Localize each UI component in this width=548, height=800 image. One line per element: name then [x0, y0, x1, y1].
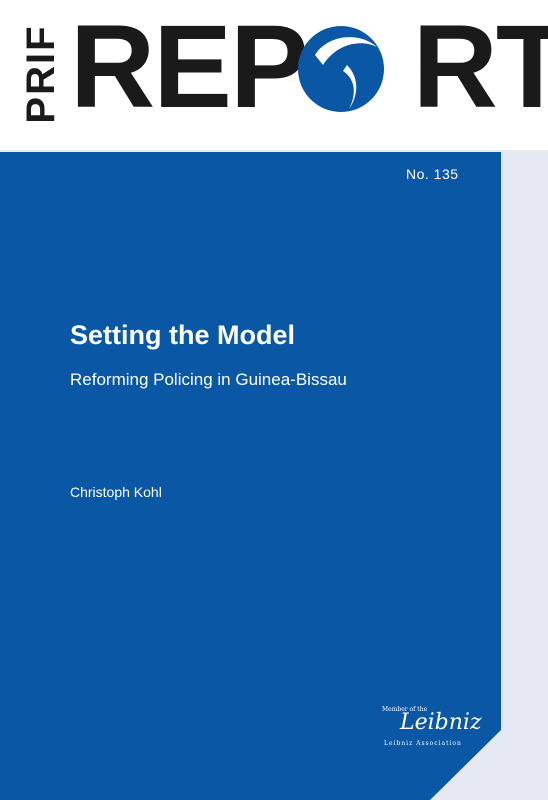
prif-label: PRIF	[19, 24, 63, 124]
report-letter-r2: R	[412, 1, 498, 133]
cover-panel	[0, 152, 501, 800]
report-title: Setting the Model	[70, 320, 295, 350]
issue-number: No. 135	[406, 166, 459, 182]
report-subtitle: Reforming Policing in Guinea-Bissau	[70, 370, 347, 389]
leibniz-logo: Member of the Leibniz Leibniz Associatio…	[380, 706, 482, 756]
globe-logo-icon	[298, 26, 384, 112]
author-name: Christoph Kohl	[70, 484, 162, 500]
leibniz-association-text: Leibniz Association	[384, 740, 462, 747]
header-band: PRIF REP RT	[0, 0, 548, 150]
leibniz-script-logo: Leibniz	[400, 710, 482, 735]
report-letter-e: E	[153, 1, 232, 133]
report-letter-t: T	[495, 1, 548, 133]
report-letter-p: P	[229, 1, 309, 133]
report-letter-r: R	[70, 1, 155, 133]
